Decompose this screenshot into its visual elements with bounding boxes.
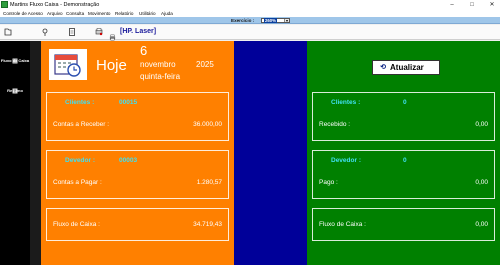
menu-controle-de-acesso[interactable]: Controle de Acesso [3, 10, 43, 17]
sidebar-item-resumo[interactable]: Resumo [0, 79, 30, 101]
pin-icon[interactable] [41, 28, 49, 36]
exercise-label: Exercício : [231, 18, 255, 23]
day-number: 6 [140, 43, 148, 58]
divider [30, 41, 41, 265]
debtor-count: 0 [403, 157, 407, 164]
chevron-down-icon[interactable]: ▾ [284, 19, 289, 23]
menu-relatorio[interactable]: Relatório [115, 10, 133, 17]
receivables-value: 36.000,00 [193, 121, 222, 128]
summary-panel-today: Hoje 6 novembro 2025 quinta-feira Client… [41, 41, 234, 265]
sidebar: Fluxo de Caixa Resumo [0, 41, 30, 265]
received-label: Recebido : [319, 121, 351, 128]
exercise-bar: Exercício : 260% ▾ [0, 17, 500, 24]
clients-count: 0 [403, 99, 407, 106]
menu-bar: Controle de Acesso Arquivo Consulta Movi… [0, 10, 500, 17]
receivables-card: Clientes : 00015 Contas a Receber : 36.0… [46, 92, 229, 141]
menu-movimento[interactable]: Movimento [88, 10, 110, 17]
cash-flow-icon [12, 51, 18, 64]
debtor-count: 00003 [119, 157, 138, 164]
month-name: novembro [140, 60, 176, 69]
menu-ajuda[interactable]: Ajuda [161, 10, 173, 17]
print-preview-icon[interactable] [95, 28, 103, 36]
receivables-label: Contas a Receber : [53, 121, 110, 128]
year: 2025 [196, 60, 214, 69]
document-icon[interactable] [68, 28, 76, 36]
clients-count: 00015 [119, 99, 138, 106]
cash-flow-card: Fluxo de Caixa : 0,00 [312, 208, 495, 241]
maximize-button[interactable]: □ [466, 0, 478, 10]
debtor-label: Devedor : [65, 157, 95, 164]
divider-panel [234, 41, 307, 265]
minimize-button[interactable]: – [446, 0, 458, 10]
close-button[interactable]: ✕ [486, 0, 498, 10]
exercise-value: 260% [264, 18, 277, 23]
paid-label: Pago : [319, 179, 338, 186]
app-window: Martins Fluxo Caixa - Demonstração – □ ✕… [0, 0, 500, 265]
summary-icon [12, 81, 18, 94]
exercise-select[interactable]: 260% ▾ [261, 18, 290, 23]
printer-label[interactable]: [HP. Laser] [120, 27, 156, 37]
payables-label: Contas a Pagar : [53, 179, 102, 186]
received-card: Clientes : 0 Recebido : 0,00 [312, 92, 495, 141]
toolbar: [HP. Laser] [0, 25, 500, 41]
app-icon [1, 1, 8, 8]
menu-arquivo[interactable]: Arquivo [47, 10, 63, 17]
cash-flow-label: Fluxo de Caixa : [53, 221, 100, 228]
menu-consulta[interactable]: Consulta [66, 10, 84, 17]
refresh-label: Atualizar [390, 63, 424, 72]
calendar-icon [54, 54, 81, 77]
debtor-label: Devedor : [331, 157, 361, 164]
summary-panel-realized: ⟲ Atualizar Clientes : 0 Recebido : 0,00… [307, 41, 500, 265]
cash-flow-label: Fluxo de Caixa : [319, 221, 366, 228]
title-bar: Martins Fluxo Caixa - Demonstração – □ ✕ [0, 0, 500, 10]
paid-card: Devedor : 0 Pago : 0,00 [312, 150, 495, 199]
refresh-button[interactable]: ⟲ Atualizar [372, 60, 440, 75]
payables-value: 1.280,57 [196, 179, 222, 186]
calendar-box [49, 49, 87, 80]
payables-card: Devedor : 00003 Contas a Pagar : 1.280,5… [46, 150, 229, 199]
open-file-icon[interactable] [4, 28, 12, 36]
paid-value: 0,00 [475, 179, 488, 186]
today-label: Hoje [96, 57, 127, 74]
cash-flow-card: Fluxo de Caixa : 34.719,43 [46, 208, 229, 241]
clients-label: Clientes : [65, 99, 95, 106]
weekday: quinta-feira [140, 72, 181, 81]
window-title: Martins Fluxo Caixa - Demonstração [10, 2, 100, 8]
cash-flow-value: 34.719,43 [193, 221, 222, 228]
printer-icon[interactable] [109, 28, 116, 41]
sidebar-item-fluxo-de-caixa[interactable]: Fluxo de Caixa [0, 49, 30, 71]
menu-utilitario[interactable]: Utilitário [139, 10, 156, 17]
received-value: 0,00 [475, 121, 488, 128]
refresh-icon: ⟲ [380, 64, 386, 71]
sidebar-item-label: Fluxo de Caixa [0, 58, 30, 63]
cash-flow-value: 0,00 [475, 221, 488, 228]
sidebar-item-label: Resumo [7, 88, 23, 93]
clients-label: Clientes : [331, 99, 361, 106]
